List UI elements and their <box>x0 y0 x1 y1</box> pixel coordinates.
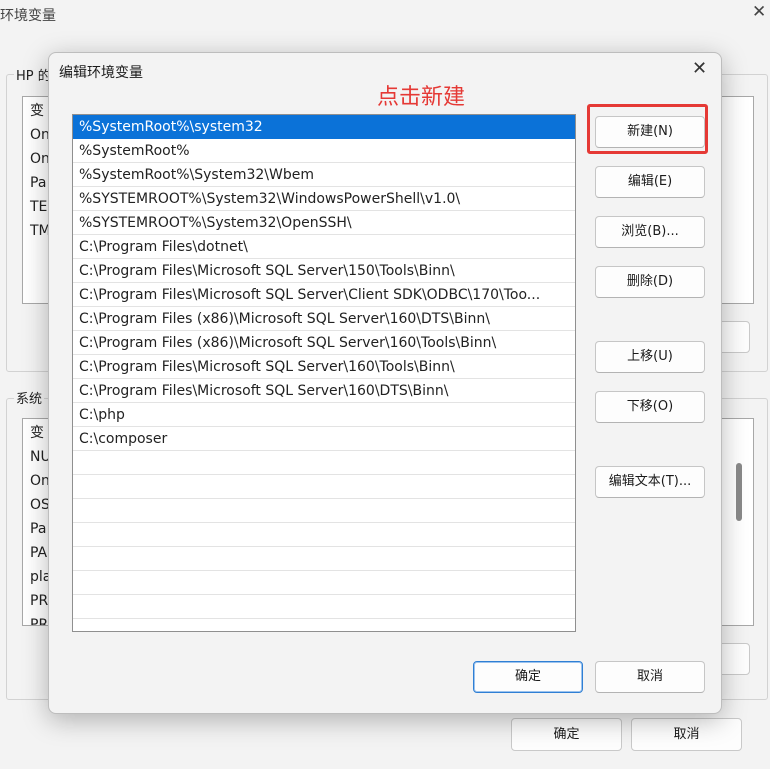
path-list-item[interactable] <box>73 499 575 523</box>
close-icon[interactable]: ✕ <box>692 59 707 79</box>
edit-text-button[interactable]: 编辑文本(T)... <box>595 466 705 498</box>
path-list-item[interactable]: %SYSTEMROOT%\System32\OpenSSH\ <box>73 211 575 235</box>
delete-button[interactable]: 删除(D) <box>595 266 705 298</box>
background-close-icon[interactable]: ✕ <box>752 2 766 22</box>
path-list-item[interactable]: %SystemRoot%\system32 <box>73 115 575 139</box>
ok-button[interactable]: 确定 <box>473 661 583 693</box>
path-list-item[interactable]: C:\Program Files\Microsoft SQL Server\16… <box>73 379 575 403</box>
dialog-title: 编辑环境变量 <box>59 65 143 81</box>
path-list-item[interactable]: %SystemRoot%\System32\Wbem <box>73 163 575 187</box>
path-list-item[interactable]: C:\php <box>73 403 575 427</box>
system-variables-label: 系统 <box>14 388 45 407</box>
path-list-item[interactable] <box>73 571 575 595</box>
path-list-item[interactable]: %SystemRoot% <box>73 139 575 163</box>
system-list-scrollbar-thumb[interactable] <box>736 463 742 521</box>
path-list-item[interactable]: C:\Program Files\Microsoft SQL Server\16… <box>73 355 575 379</box>
path-list-item[interactable]: C:\Program Files (x86)\Microsoft SQL Ser… <box>73 307 575 331</box>
cancel-button[interactable]: 取消 <box>595 661 705 693</box>
new-button[interactable]: 新建(N) <box>595 116 705 148</box>
path-list-item[interactable]: C:\Program Files\Microsoft SQL Server\Cl… <box>73 283 575 307</box>
browse-button[interactable]: 浏览(B)... <box>595 216 705 248</box>
path-list[interactable]: %SystemRoot%\system32 %SystemRoot% %System… <box>72 114 576 632</box>
move-down-button[interactable]: 下移(O) <box>595 391 705 423</box>
path-list-item[interactable]: %SYSTEMROOT%\System32\WindowsPowerShell\… <box>73 187 575 211</box>
edit-button[interactable]: 编辑(E) <box>595 166 705 198</box>
user-variables-label: HP 的 <box>14 65 53 84</box>
background-ok-button[interactable]: 确定 <box>511 718 622 751</box>
path-list-item[interactable] <box>73 619 575 631</box>
background-cancel-button[interactable]: 取消 <box>631 718 742 751</box>
move-up-button[interactable]: 上移(U) <box>595 341 705 373</box>
path-list-item[interactable]: C:\composer <box>73 427 575 451</box>
background-window-title: 环境变量 <box>0 8 56 24</box>
path-list-item[interactable]: C:\Program Files (x86)\Microsoft SQL Ser… <box>73 331 575 355</box>
path-list-item[interactable] <box>73 595 575 619</box>
path-list-item[interactable] <box>73 451 575 475</box>
path-list-item[interactable]: C:\Program Files\dotnet\ <box>73 235 575 259</box>
edit-env-variable-dialog: 编辑环境变量 ✕ 点击新建 %SystemRoot%\system32 %Syst… <box>48 52 722 714</box>
annotation-text: 点击新建 <box>377 85 466 110</box>
path-list-item[interactable] <box>73 475 575 499</box>
path-list-item[interactable] <box>73 547 575 571</box>
path-list-item[interactable] <box>73 523 575 547</box>
path-list-item[interactable]: C:\Program Files\Microsoft SQL Server\15… <box>73 259 575 283</box>
